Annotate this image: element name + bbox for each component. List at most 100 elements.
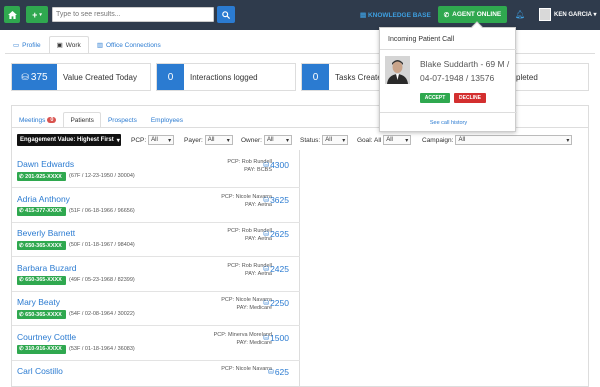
incoming-call-popup: Incoming Patient Call Blake Suddarth - 6… (379, 21, 517, 132)
goal-select[interactable]: All ▾ (383, 135, 412, 145)
patient-name[interactable]: Adria Anthony (17, 194, 70, 204)
pcp-select[interactable]: All ▾ (148, 135, 175, 145)
dollar-icon: ⛁ (263, 265, 270, 273)
tab-label: Work (65, 41, 81, 49)
owner-select[interactable]: All ▾ (263, 135, 292, 145)
home-button[interactable] (4, 6, 20, 23)
avatar[interactable] (539, 8, 551, 21)
book-icon: ▤ (360, 12, 368, 19)
phone-number: 310-916-XXXX (25, 346, 62, 352)
score-value: 2425 (270, 263, 289, 274)
stat-label: Value Created Today (63, 73, 137, 82)
patient-demographics: (51F / 06-18-1966 / 96656) (69, 207, 135, 214)
caret-down-icon: ▾ (593, 12, 597, 18)
patient-name[interactable]: Barbara Buzard (17, 263, 77, 273)
building-icon: ▥ (96, 42, 103, 49)
call-phone-button[interactable]: ✆ 201-925-XXXX (17, 172, 66, 181)
search-input[interactable] (52, 7, 214, 22)
agent-status-button[interactable]: ✆ AGENT ONLINE (438, 6, 507, 23)
tab-label: Prospects (107, 116, 137, 124)
patient-name[interactable]: Carl Costillo (17, 366, 63, 376)
pcp-filter: PCP: All ▾ (131, 135, 175, 145)
stat-number: 0 (302, 64, 329, 90)
tab-label: Patients (70, 116, 94, 124)
tab-profile[interactable]: ▭ Profile (5, 36, 49, 54)
caller-details: Blake Suddarth - 69 M / 04-07-1948 / 135… (420, 59, 510, 83)
search-button[interactable] (217, 6, 235, 23)
table-row[interactable]: Carl Costillo PCP: Nicole Navarra ⛁ 625 (12, 361, 300, 387)
goal-filter: Goal: All All ▾ (357, 135, 412, 145)
status-filter: Status: All ▾ (300, 135, 349, 145)
call-phone-button[interactable]: ✆ 650-365-XXXX (17, 310, 66, 319)
patient-demographics: (50F / 01-18-1967 / 98404) (69, 242, 135, 248)
call-phone-button[interactable]: ✆ 310-916-XXXX (17, 344, 66, 354)
table-row[interactable]: Dawn Edwards ✆ 201-925-XXXX (67F / 12-23-1… (12, 154, 300, 188)
payer-filter: Payer: All ▾ (184, 135, 233, 145)
table-row[interactable]: Adria Anthony ✆ 415-377-XXXX (51F / 06-18-… (12, 189, 300, 223)
tab-employees[interactable]: Employees (144, 112, 190, 128)
main-tabs: ▭ Profile ▣ Work ▥ Office Connections (5, 36, 169, 54)
table-row[interactable]: Beverly Barnett ✆ 650-365-XXXX (50F / 01-1… (12, 223, 300, 257)
tab-work[interactable]: ▣ Work (48, 36, 89, 54)
user-menu[interactable]: KEN GARCIA ▾ (554, 11, 596, 18)
phone-number: 415-377-XXXX (25, 208, 62, 214)
bell-icon[interactable]: 🔔︎ (515, 10, 525, 19)
divider (380, 112, 517, 113)
sort-dropdown[interactable]: Engagement Value: Highest First ▾ (17, 134, 121, 146)
stat-number: ⛁ 375 (12, 64, 57, 90)
tab-office-connections[interactable]: ▥ Office Connections (89, 36, 169, 54)
tab-meetings[interactable]: Meetings 0 (12, 112, 63, 128)
select-value: All (266, 137, 274, 143)
call-history-link[interactable]: See call history (380, 120, 517, 126)
accept-call-button[interactable]: ACCEPT (420, 93, 450, 103)
table-row[interactable]: Barbara Buzard ✆ 650-365-XXXX (49F / 05-23… (12, 258, 300, 292)
stat-value-created: ⛁ 375 Value Created Today (11, 63, 151, 91)
call-phone-button[interactable]: ✆ 415-377-XXXX (17, 206, 66, 216)
caret-down-icon: ▾ (39, 11, 42, 18)
knowledge-base-link[interactable]: ▤ KNOWLEDGE BASE (360, 11, 431, 19)
score-value: 4300 (270, 160, 289, 170)
call-phone-button[interactable]: ✆ 650-365-XXXX (17, 241, 66, 250)
search-icon (222, 10, 230, 19)
tab-patients[interactable]: Patients (63, 112, 101, 128)
tab-prospects[interactable]: Prospects (101, 112, 144, 128)
add-menu-button[interactable]: + ▾ (26, 6, 48, 23)
patient-name[interactable]: Beverly Barnett (17, 228, 75, 238)
chevron-down-icon: ▾ (566, 137, 570, 144)
filter-label: Owner: (241, 136, 262, 144)
owner-filter: Owner: All ▾ (241, 135, 292, 145)
dollar-icon: ⛁ (263, 300, 270, 307)
score-value: 1500 (270, 332, 289, 343)
patient-name[interactable]: Mary Beaty (17, 297, 60, 307)
payer-select[interactable]: All ▾ (204, 135, 233, 145)
tab-label: Meetings (19, 116, 46, 124)
filter-label: Campaign: (422, 136, 454, 144)
score-value: 3625 (270, 194, 289, 205)
phone-number: 650-365-XXXX (25, 242, 62, 249)
chevron-down-icon: ▾ (285, 137, 289, 144)
call-phone-button[interactable]: ✆ 650-365-XXXX (17, 275, 66, 285)
divider (380, 49, 517, 50)
filter-label: Payer: (184, 136, 203, 144)
phone-number: 650-365-XXXX (25, 277, 62, 283)
table-row[interactable]: Mary Beaty ✆ 650-365-XXXX (54F / 02-08-196… (12, 292, 300, 326)
chevron-down-icon: ▾ (226, 137, 230, 144)
engagement-score: ⛁ 3625 (263, 195, 289, 205)
patient-demographics: (53F / 01-18-1964 / 36083) (69, 345, 135, 352)
campaign-select[interactable]: All ▾ (455, 135, 573, 145)
score-value: 2250 (270, 298, 289, 308)
chevron-down-icon: ▾ (405, 137, 409, 144)
patient-name[interactable]: Dawn Edwards (17, 159, 74, 169)
user-name: KEN GARCIA (554, 12, 592, 18)
status-select[interactable]: All ▾ (322, 135, 349, 145)
engagement-score: ⛁ 2625 (263, 229, 289, 239)
patient-name[interactable]: Courtney Cottle (17, 332, 76, 342)
sub-tabs: Meetings 0 Patients Prospects Employees (12, 112, 190, 128)
knowledge-base-label: KNOWLEDGE BASE (367, 12, 431, 19)
meetings-count-badge: 0 (47, 117, 57, 123)
chevron-down-icon: ▾ (168, 137, 172, 144)
agent-status-label: AGENT ONLINE (452, 11, 502, 18)
table-row[interactable]: Courtney Cottle ✆ 310-916-XXXX (53F / 01-1… (12, 327, 300, 361)
decline-call-button[interactable]: DECLINE (454, 93, 486, 103)
patient-pcp-pay: PCP: Nicole Navarra (221, 365, 272, 373)
